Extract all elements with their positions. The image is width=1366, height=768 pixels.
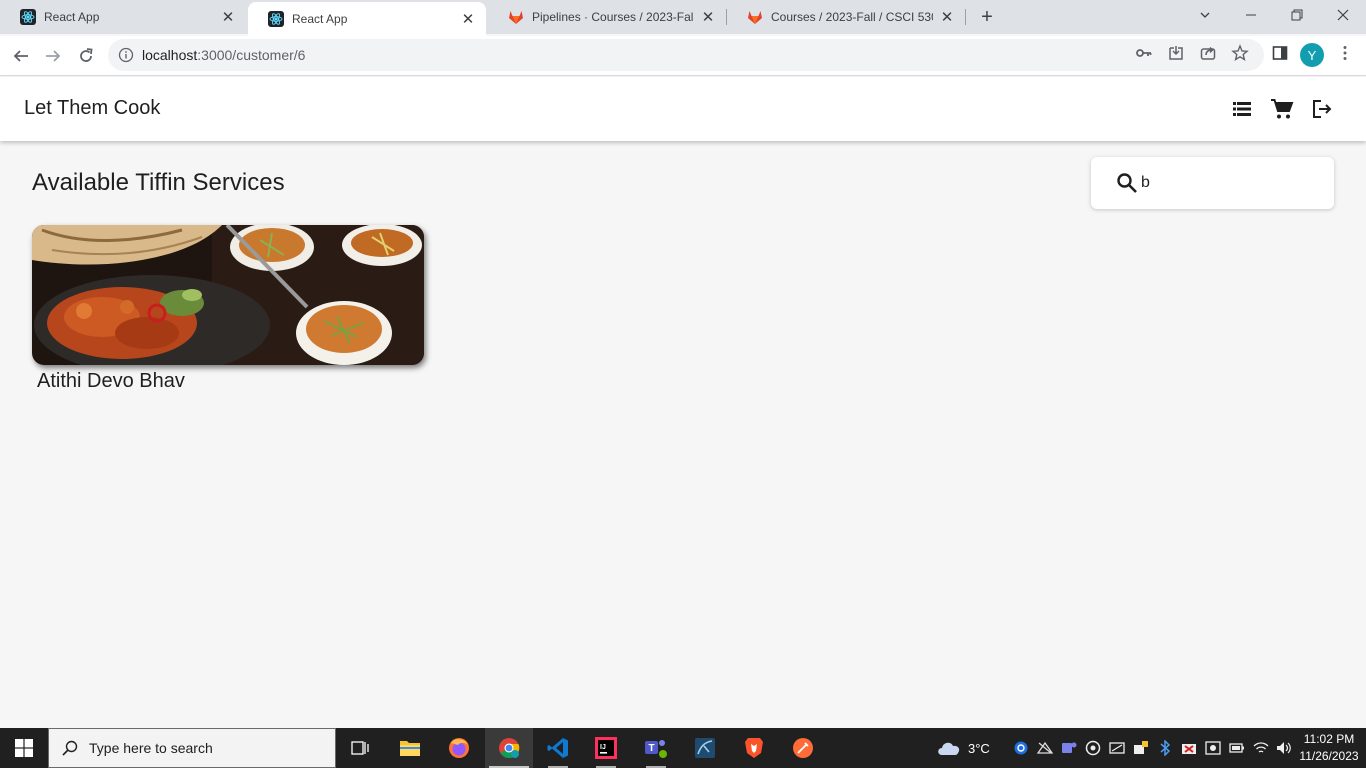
bookmark-star-icon[interactable] (1231, 44, 1249, 62)
taskbar-search-placeholder: Type here to search (89, 740, 213, 756)
close-tab-icon[interactable]: ✕ (220, 9, 236, 26)
sync-icon[interactable] (1085, 740, 1101, 756)
reload-icon[interactable] (72, 42, 100, 70)
react-icon (268, 11, 284, 27)
intellij-icon[interactable]: IJ (582, 728, 630, 768)
svg-text:IJ: IJ (600, 744, 606, 751)
teams-icon[interactable]: T (632, 728, 680, 768)
tab-title: Courses / 2023-Fall / CSCI 5308 (771, 10, 933, 24)
share-icon[interactable] (1199, 44, 1217, 62)
tray-app-icon[interactable] (1037, 740, 1053, 756)
browser-menu-icon[interactable] (1336, 44, 1354, 62)
gitlab-icon (508, 9, 524, 25)
close-tab-icon[interactable]: ✕ (939, 9, 955, 26)
forward-icon[interactable] (39, 42, 67, 70)
network-drive-icon[interactable] (1205, 740, 1221, 756)
gitlab-icon (747, 9, 763, 25)
browser-tab[interactable]: Pipelines · Courses / 2023-Fall / ( ✕ (488, 0, 726, 34)
tab-separator (965, 9, 966, 25)
tab-title: React App (292, 12, 348, 26)
new-tab-icon[interactable]: + (975, 5, 999, 29)
browser-tab-strip: React App ✕ React App ✕ Pipelines · Cour… (0, 0, 1366, 36)
page-title: Available Tiffin Services (32, 169, 285, 196)
brave-icon[interactable] (730, 728, 778, 768)
clock-date: 11/26/2023 (1299, 749, 1359, 763)
restore-icon[interactable] (1274, 0, 1320, 30)
battery-icon[interactable] (1229, 740, 1245, 756)
system-clock[interactable]: 11:02 PM 11/26/2023 (1296, 731, 1362, 765)
taskbar-search[interactable]: Type here to search (48, 728, 336, 768)
search-input[interactable] (1141, 174, 1321, 192)
orders-list-icon[interactable] (1230, 97, 1254, 121)
back-icon[interactable] (7, 42, 35, 70)
side-panel-icon[interactable] (1271, 44, 1289, 62)
close-tab-icon[interactable]: ✕ (700, 9, 716, 26)
install-app-icon[interactable] (1167, 44, 1185, 62)
taskbar: Type here to search IJ T 3°C 11:02 PM 11… (0, 728, 1366, 768)
browser-toolbar: localhost:3000/customer/6 (0, 36, 1366, 76)
service-card[interactable] (32, 225, 424, 365)
vscode-icon[interactable] (534, 728, 582, 768)
browser-tab-active[interactable]: React App ✕ (248, 2, 486, 36)
volume-icon[interactable] (1276, 740, 1292, 756)
firefox-icon[interactable] (435, 728, 483, 768)
mysql-workbench-icon[interactable] (681, 728, 729, 768)
antivirus-icon[interactable] (1181, 740, 1197, 756)
tab-search-icon[interactable] (1182, 0, 1228, 30)
temperature: 3°C (968, 740, 990, 756)
wifi-icon[interactable] (1253, 740, 1269, 756)
url-path: :3000/customer/6 (197, 47, 306, 63)
tray-app-icon[interactable] (1109, 740, 1125, 756)
close-window-icon[interactable] (1320, 0, 1366, 30)
tray-app-icon[interactable] (1013, 740, 1029, 756)
app-brand[interactable]: Let Them Cook (24, 97, 160, 120)
teams-tray-icon[interactable] (1061, 740, 1077, 756)
browser-tab[interactable]: Courses / 2023-Fall / CSCI 5308 ✕ (727, 0, 965, 34)
tab-title: React App (44, 10, 100, 24)
app-header: Let Them Cook (0, 77, 1366, 141)
search-icon (1115, 171, 1139, 195)
cart-icon[interactable] (1270, 97, 1294, 121)
postman-icon[interactable] (779, 728, 827, 768)
browser-tab[interactable]: React App ✕ (0, 0, 246, 34)
service-name[interactable]: Atithi Devo Bhav (37, 370, 185, 393)
food-photo (32, 225, 424, 365)
logout-icon[interactable] (1310, 97, 1334, 121)
url-text[interactable]: localhost:3000/customer/6 (142, 47, 305, 63)
chrome-icon[interactable] (485, 728, 533, 768)
tab-title: Pipelines · Courses / 2023-Fall / ( (532, 10, 694, 24)
react-icon (20, 9, 36, 25)
search-box[interactable] (1091, 157, 1334, 209)
key-icon[interactable] (1135, 44, 1153, 62)
cloud-icon (938, 742, 960, 755)
clock-time: 11:02 PM (1303, 732, 1355, 746)
close-tab-icon[interactable]: ✕ (460, 11, 476, 28)
url-host: localhost (142, 47, 198, 63)
file-explorer-icon[interactable] (386, 728, 434, 768)
profile-avatar[interactable]: Y (1300, 43, 1324, 67)
taskbar-search-icon (62, 740, 78, 756)
svg-text:T: T (649, 743, 655, 754)
security-icon[interactable] (1133, 740, 1149, 756)
address-bar[interactable]: localhost:3000/customer/6 (108, 39, 1264, 71)
minimize-icon[interactable] (1228, 0, 1274, 30)
task-view-icon[interactable] (336, 728, 384, 768)
windows-start-icon[interactable] (0, 728, 48, 768)
bluetooth-icon[interactable] (1157, 740, 1173, 756)
weather-widget[interactable]: 3°C (936, 728, 990, 768)
site-info-icon[interactable] (118, 47, 134, 63)
